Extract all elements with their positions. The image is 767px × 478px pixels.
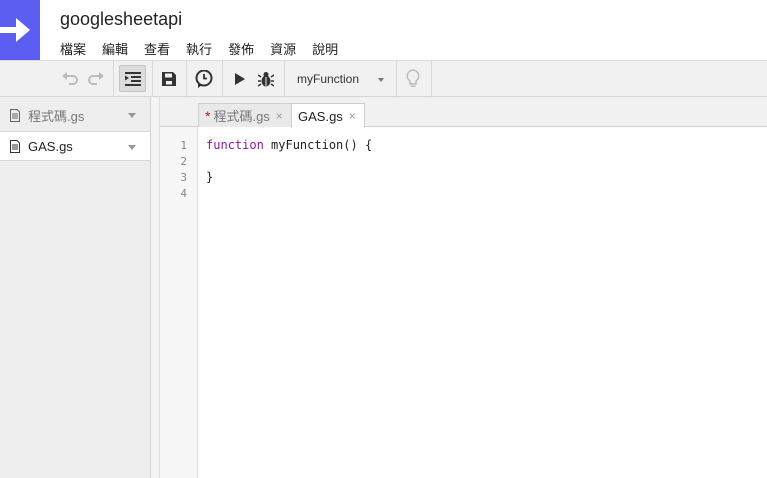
close-icon[interactable]: × (349, 109, 356, 123)
debug-button[interactable] (255, 65, 277, 92)
menu-help[interactable]: 說明 (312, 39, 338, 58)
tab-label: GAS.gs (298, 108, 343, 124)
menu-edit[interactable]: 編輯 (102, 39, 128, 58)
bug-icon (258, 71, 274, 87)
tab-code-gs[interactable]: * 程式碼.gs × (198, 103, 292, 127)
file-name: 程式碼.gs (28, 108, 85, 124)
line-number: 1 (180, 139, 187, 152)
menu-file[interactable]: 檔案 (60, 39, 86, 58)
tab-gas-gs[interactable]: GAS.gs × (291, 103, 365, 128)
menu-bar: 檔案 編輯 查看 執行 發佈 資源 說明 (60, 39, 354, 58)
tab-bar: * 程式碼.gs × GAS.gs × (160, 97, 767, 128)
menu-publish[interactable]: 發佈 (228, 39, 254, 58)
undo-icon (62, 71, 78, 85)
document-icon (10, 139, 20, 153)
code-line: function myFunction() { (206, 138, 372, 152)
code-editor[interactable]: function myFunction() { } (206, 127, 767, 478)
line-number: 2 (180, 155, 187, 168)
code-line: } (206, 170, 214, 184)
function-select[interactable]: myFunction (288, 65, 394, 93)
lightbulb-icon (406, 68, 420, 87)
app-logo[interactable] (0, 0, 40, 60)
chevron-down-icon[interactable] (128, 145, 136, 150)
suggestions-button[interactable] (401, 65, 425, 92)
chevron-down-icon[interactable] (128, 113, 136, 118)
line-number-gutter: 1 2 3 4 (160, 127, 198, 478)
file-list: 程式碼.gs GAS.gs (0, 97, 151, 478)
run-button[interactable] (230, 65, 250, 92)
code-keyword: function (206, 138, 264, 152)
redo-button[interactable] (86, 65, 106, 92)
file-name: GAS.gs (28, 138, 73, 154)
indent-button[interactable] (119, 65, 146, 92)
close-icon[interactable]: × (276, 109, 283, 123)
play-icon (235, 72, 245, 85)
save-icon (162, 71, 176, 86)
toolbar: myFunction (0, 60, 767, 97)
indent-icon (124, 71, 141, 86)
undo-button[interactable] (60, 65, 80, 92)
code-text: myFunction() { (263, 138, 373, 152)
project-title[interactable]: googlesheetapi (60, 9, 182, 30)
file-item-gas-gs[interactable]: GAS.gs (0, 131, 150, 161)
menu-view[interactable]: 查看 (144, 39, 170, 58)
chevron-down-icon (378, 78, 384, 82)
panel-splitter[interactable] (151, 97, 160, 478)
tab-label: 程式碼.gs (213, 109, 270, 124)
function-select-value: myFunction (297, 72, 360, 86)
menu-resources[interactable]: 資源 (270, 39, 296, 58)
triggers-button[interactable] (192, 65, 216, 92)
arrow-right-icon (0, 18, 30, 42)
redo-icon (88, 71, 104, 85)
menu-run[interactable]: 執行 (186, 39, 212, 58)
app-header: googlesheetapi 檔案 編輯 查看 執行 發佈 資源 說明 (0, 0, 767, 61)
unsaved-marker: * (205, 107, 211, 124)
line-number: 4 (180, 187, 187, 200)
clock-icon (195, 69, 213, 88)
file-item-code-gs[interactable]: 程式碼.gs (0, 100, 150, 130)
save-button[interactable] (158, 65, 180, 92)
document-icon (10, 108, 20, 122)
line-number: 3 (180, 171, 187, 184)
